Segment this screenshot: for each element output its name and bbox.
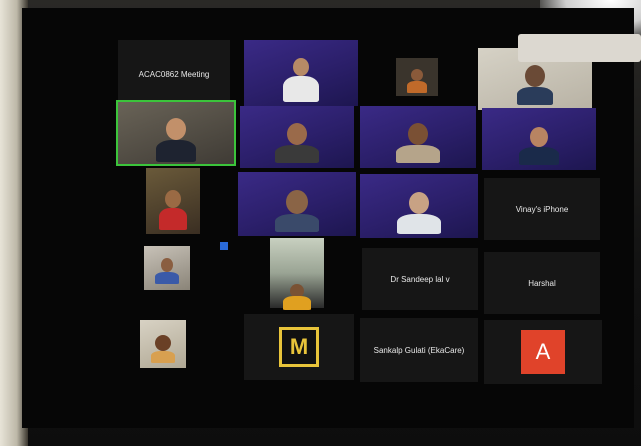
participant-video-2[interactable] bbox=[396, 58, 438, 96]
participant-name-sandeep: Dr Sandeep lal v bbox=[390, 274, 450, 284]
participant-video-4[interactable] bbox=[240, 106, 354, 168]
video-conference-screen: ACAC0862 Meeting Vinay's iPhone Dr Sande… bbox=[22, 8, 641, 428]
participant-video-9[interactable] bbox=[360, 174, 478, 238]
participant-video-6[interactable] bbox=[482, 108, 596, 170]
participant-video-active-speaker[interactable] bbox=[116, 100, 236, 166]
meeting-title-tile: ACAC0862 Meeting bbox=[118, 40, 230, 108]
participant-video-1[interactable] bbox=[244, 40, 358, 106]
participant-name-harshal: Harshal bbox=[528, 278, 556, 288]
participant-video-12[interactable] bbox=[140, 320, 186, 368]
video-off-indicator bbox=[220, 242, 228, 250]
participant-video-11[interactable] bbox=[270, 238, 324, 310]
participant-video-10[interactable] bbox=[144, 246, 190, 290]
avatar-a: A bbox=[521, 330, 565, 374]
participant-tile-vinay[interactable]: Vinay's iPhone bbox=[484, 178, 600, 240]
m-logo-icon: M bbox=[279, 327, 319, 367]
floating-thumbnail-bar[interactable] bbox=[518, 34, 641, 62]
participant-video-7[interactable] bbox=[146, 168, 200, 234]
participant-name-sankalp: Sankalp Gulati (EkaCare) bbox=[373, 345, 465, 355]
participant-tile-logo[interactable]: M bbox=[244, 314, 354, 380]
participant-video-8[interactable] bbox=[238, 172, 356, 236]
participant-tile-sankalp[interactable]: Sankalp Gulati (EkaCare) bbox=[360, 318, 478, 382]
participant-tile-sandeep[interactable]: Dr Sandeep lal v bbox=[362, 248, 478, 310]
participant-tile-harshal[interactable]: Harshal bbox=[484, 252, 600, 314]
participant-tile-a[interactable]: A bbox=[484, 320, 602, 384]
participant-name-vinay: Vinay's iPhone bbox=[515, 204, 569, 214]
meeting-title: ACAC0862 Meeting bbox=[138, 69, 210, 79]
participant-video-5[interactable] bbox=[360, 106, 476, 168]
